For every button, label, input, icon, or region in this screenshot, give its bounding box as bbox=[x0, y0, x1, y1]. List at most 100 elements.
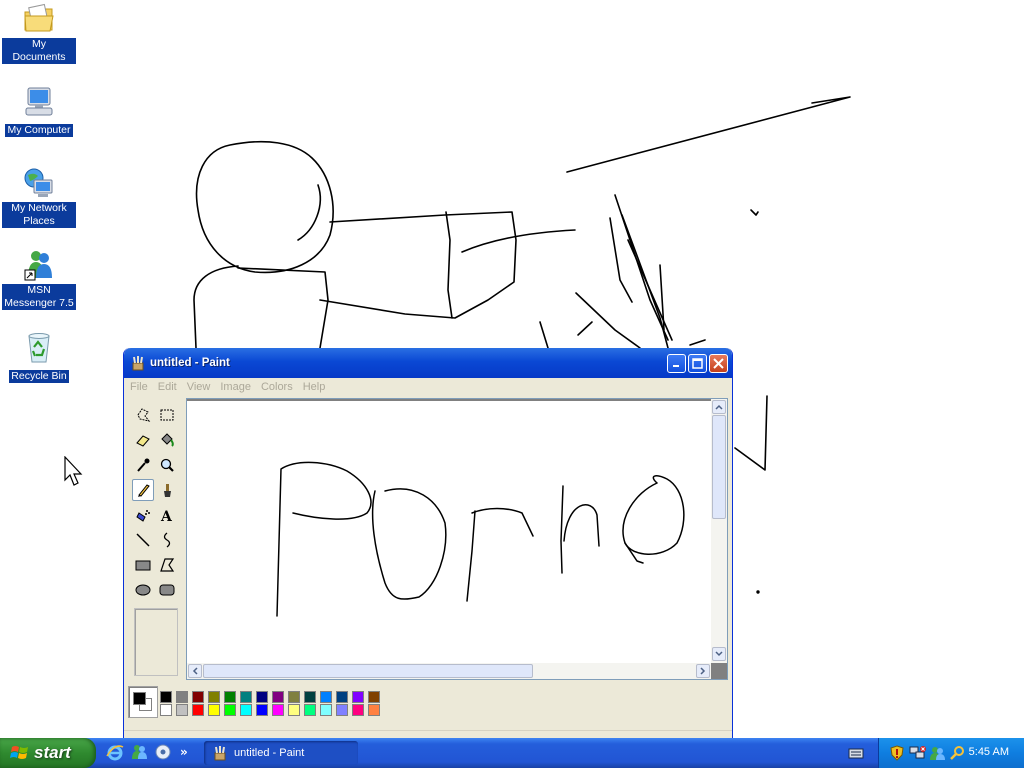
airbrush-tool[interactable] bbox=[132, 504, 154, 526]
color-swatch[interactable] bbox=[256, 704, 268, 716]
drawing-canvas[interactable] bbox=[187, 401, 713, 663]
color-swatch[interactable] bbox=[304, 704, 316, 716]
polygon-icon bbox=[160, 558, 175, 572]
my-network-places-shortcut[interactable]: My Network Places bbox=[2, 166, 76, 228]
menu-image[interactable]: Image bbox=[220, 381, 251, 393]
ellipse-tool[interactable] bbox=[132, 579, 154, 601]
color-swatch[interactable] bbox=[160, 704, 172, 716]
menu-help[interactable]: Help bbox=[303, 381, 326, 393]
color-swatch[interactable] bbox=[176, 704, 188, 716]
fill-with-color-tool[interactable] bbox=[156, 429, 178, 451]
menu-edit[interactable]: Edit bbox=[158, 381, 177, 393]
color-swatch[interactable] bbox=[320, 704, 332, 716]
svg-text:A: A bbox=[160, 509, 173, 523]
ellipse-icon bbox=[135, 584, 151, 596]
color-swatch[interactable] bbox=[352, 704, 364, 716]
color-swatch[interactable] bbox=[224, 704, 236, 716]
scroll-right-button[interactable] bbox=[696, 664, 710, 678]
scroll-left-button[interactable] bbox=[188, 664, 202, 678]
horizontal-scrollbar[interactable] bbox=[187, 663, 711, 679]
paint-app-icon bbox=[214, 746, 226, 761]
color-swatch[interactable] bbox=[368, 691, 380, 703]
color-swatch[interactable] bbox=[176, 691, 188, 703]
my-documents-shortcut[interactable]: My Documents bbox=[2, 2, 76, 64]
menu-colors[interactable]: Colors bbox=[261, 381, 293, 393]
internet-explorer-icon[interactable] bbox=[106, 743, 124, 761]
color-swatch[interactable] bbox=[288, 704, 300, 716]
color-swatch[interactable] bbox=[272, 704, 284, 716]
menu-view[interactable]: View bbox=[187, 381, 211, 393]
color-palette bbox=[128, 686, 428, 722]
maximize-button[interactable] bbox=[688, 353, 707, 373]
recycle-bin-icon bbox=[28, 333, 50, 363]
icon-label: My Documents bbox=[2, 38, 76, 64]
menu-file[interactable]: File bbox=[130, 381, 148, 393]
brush-tool[interactable] bbox=[156, 479, 178, 501]
title-bar[interactable]: untitled - Paint bbox=[124, 348, 732, 378]
toolbox: A bbox=[128, 402, 180, 676]
start-button[interactable]: start bbox=[0, 738, 96, 768]
select-icon bbox=[160, 409, 174, 421]
search-icon[interactable] bbox=[949, 745, 965, 761]
color-swatch[interactable] bbox=[336, 704, 348, 716]
color-swatch[interactable] bbox=[320, 691, 332, 703]
color-swatch[interactable] bbox=[240, 691, 252, 703]
rectangle-tool[interactable] bbox=[132, 554, 154, 576]
line-tool[interactable] bbox=[132, 529, 154, 551]
color-swatch[interactable] bbox=[368, 704, 380, 716]
current-colors[interactable] bbox=[128, 686, 158, 718]
msn-messenger-shortcut[interactable]: MSN Messenger 7.5 bbox=[2, 248, 76, 310]
color-swatch[interactable] bbox=[240, 704, 252, 716]
network-connection-icon[interactable] bbox=[909, 745, 927, 761]
close-button[interactable] bbox=[709, 353, 728, 373]
color-swatch[interactable] bbox=[208, 691, 220, 703]
scroll-down-button[interactable] bbox=[712, 647, 726, 661]
color-swatch[interactable] bbox=[160, 691, 172, 703]
vertical-scroll-thumb[interactable] bbox=[712, 415, 726, 519]
pencil-tool[interactable] bbox=[132, 479, 154, 501]
minimize-button[interactable] bbox=[667, 353, 686, 373]
paint-bucket-icon bbox=[161, 433, 174, 447]
curve-tool[interactable] bbox=[156, 529, 178, 551]
rounded-rectangle-tool[interactable] bbox=[156, 579, 178, 601]
color-swatch[interactable] bbox=[192, 704, 204, 716]
recycle-bin-shortcut[interactable]: Recycle Bin bbox=[2, 330, 76, 383]
tool-options-box[interactable] bbox=[134, 608, 178, 676]
select-tool[interactable] bbox=[156, 404, 178, 426]
color-swatch[interactable] bbox=[192, 691, 204, 703]
pencil-icon bbox=[138, 484, 150, 497]
chevron-up-icon bbox=[715, 404, 723, 410]
rounded-rectangle-icon bbox=[159, 584, 175, 596]
text-tool[interactable]: A bbox=[156, 504, 178, 526]
color-swatch[interactable] bbox=[272, 691, 284, 703]
color-swatch[interactable] bbox=[224, 691, 236, 703]
paint-window[interactable]: untitled - Paint File Edit View Image Co… bbox=[123, 348, 733, 740]
clock[interactable]: 5:45 AM bbox=[969, 746, 1009, 758]
color-swatch[interactable] bbox=[288, 691, 300, 703]
scroll-up-button[interactable] bbox=[712, 400, 726, 414]
keyboard-language-icon[interactable] bbox=[848, 747, 864, 761]
my-computer-shortcut[interactable]: My Computer bbox=[2, 84, 76, 137]
messenger-quicklaunch-icon[interactable] bbox=[130, 743, 148, 761]
color-swatch[interactable] bbox=[256, 691, 268, 703]
rectangle-icon bbox=[135, 560, 151, 571]
taskbar-button-paint[interactable]: untitled - Paint bbox=[204, 741, 358, 765]
messenger-tray-icon[interactable] bbox=[929, 745, 945, 761]
polygon-tool[interactable] bbox=[156, 554, 178, 576]
horizontal-scroll-thumb[interactable] bbox=[203, 664, 533, 678]
free-form-select-tool[interactable] bbox=[132, 404, 154, 426]
pick-color-tool[interactable] bbox=[132, 454, 154, 476]
eraser-tool[interactable] bbox=[132, 429, 154, 451]
minimize-icon bbox=[672, 365, 679, 367]
color-swatch[interactable] bbox=[352, 691, 364, 703]
vertical-scrollbar[interactable] bbox=[711, 399, 727, 663]
magnifier-tool[interactable] bbox=[156, 454, 178, 476]
quick-launch-overflow-chevron-icon[interactable]: » bbox=[180, 745, 188, 759]
network-icon bbox=[24, 168, 53, 197]
media-player-icon[interactable] bbox=[154, 743, 172, 761]
color-swatch[interactable] bbox=[304, 691, 316, 703]
security-shield-icon[interactable] bbox=[889, 745, 905, 761]
color-swatch[interactable] bbox=[208, 704, 220, 716]
color-swatch[interactable] bbox=[336, 691, 348, 703]
brush-icon bbox=[164, 484, 171, 497]
